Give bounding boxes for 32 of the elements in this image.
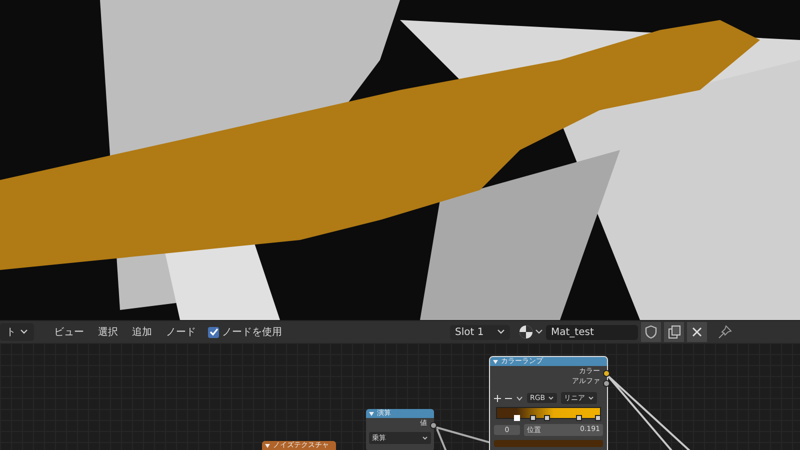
shield-icon[interactable] [641, 322, 661, 342]
collapse-triangle-icon[interactable] [369, 412, 374, 416]
caret-icon [548, 396, 554, 400]
menu-item[interactable]: ノード [160, 325, 202, 339]
caret-icon [497, 329, 505, 335]
color-ramp-gradient[interactable] [496, 407, 601, 419]
collapse-triangle-icon[interactable] [265, 444, 270, 448]
color-swatch[interactable] [494, 440, 603, 447]
menu-item[interactable]: 追加 [126, 325, 158, 339]
color-stop-handle[interactable] [594, 415, 601, 421]
material-sphere-icon[interactable] [518, 324, 544, 340]
menu-item[interactable]: 選択 [92, 325, 124, 339]
slot-dropdown[interactable]: Slot 1 [450, 324, 510, 340]
material-name-field[interactable]: Mat_test [546, 324, 638, 340]
collapse-triangle-icon[interactable] [493, 360, 498, 364]
color-stop-handle[interactable] [544, 415, 550, 421]
close-icon[interactable] [687, 322, 707, 342]
caret-icon[interactable] [516, 396, 523, 400]
checkbox[interactable] [208, 326, 219, 338]
plus-icon[interactable] [494, 394, 501, 402]
color-stop-handle[interactable] [530, 415, 536, 421]
caret-icon [422, 436, 428, 440]
caret-icon [20, 329, 28, 335]
color-stop-handle[interactable] [576, 415, 582, 421]
output-socket[interactable] [430, 422, 437, 429]
checkmark-icon [208, 327, 218, 337]
pin-icon[interactable] [717, 324, 733, 340]
caret-icon [588, 396, 594, 400]
duplicate-icon[interactable] [664, 322, 684, 342]
menu-item[interactable]: ビュー [48, 325, 90, 339]
editor-type-dropdown[interactable]: ト [0, 323, 34, 341]
checkbox-label[interactable]: ノードを使用 [222, 325, 282, 339]
